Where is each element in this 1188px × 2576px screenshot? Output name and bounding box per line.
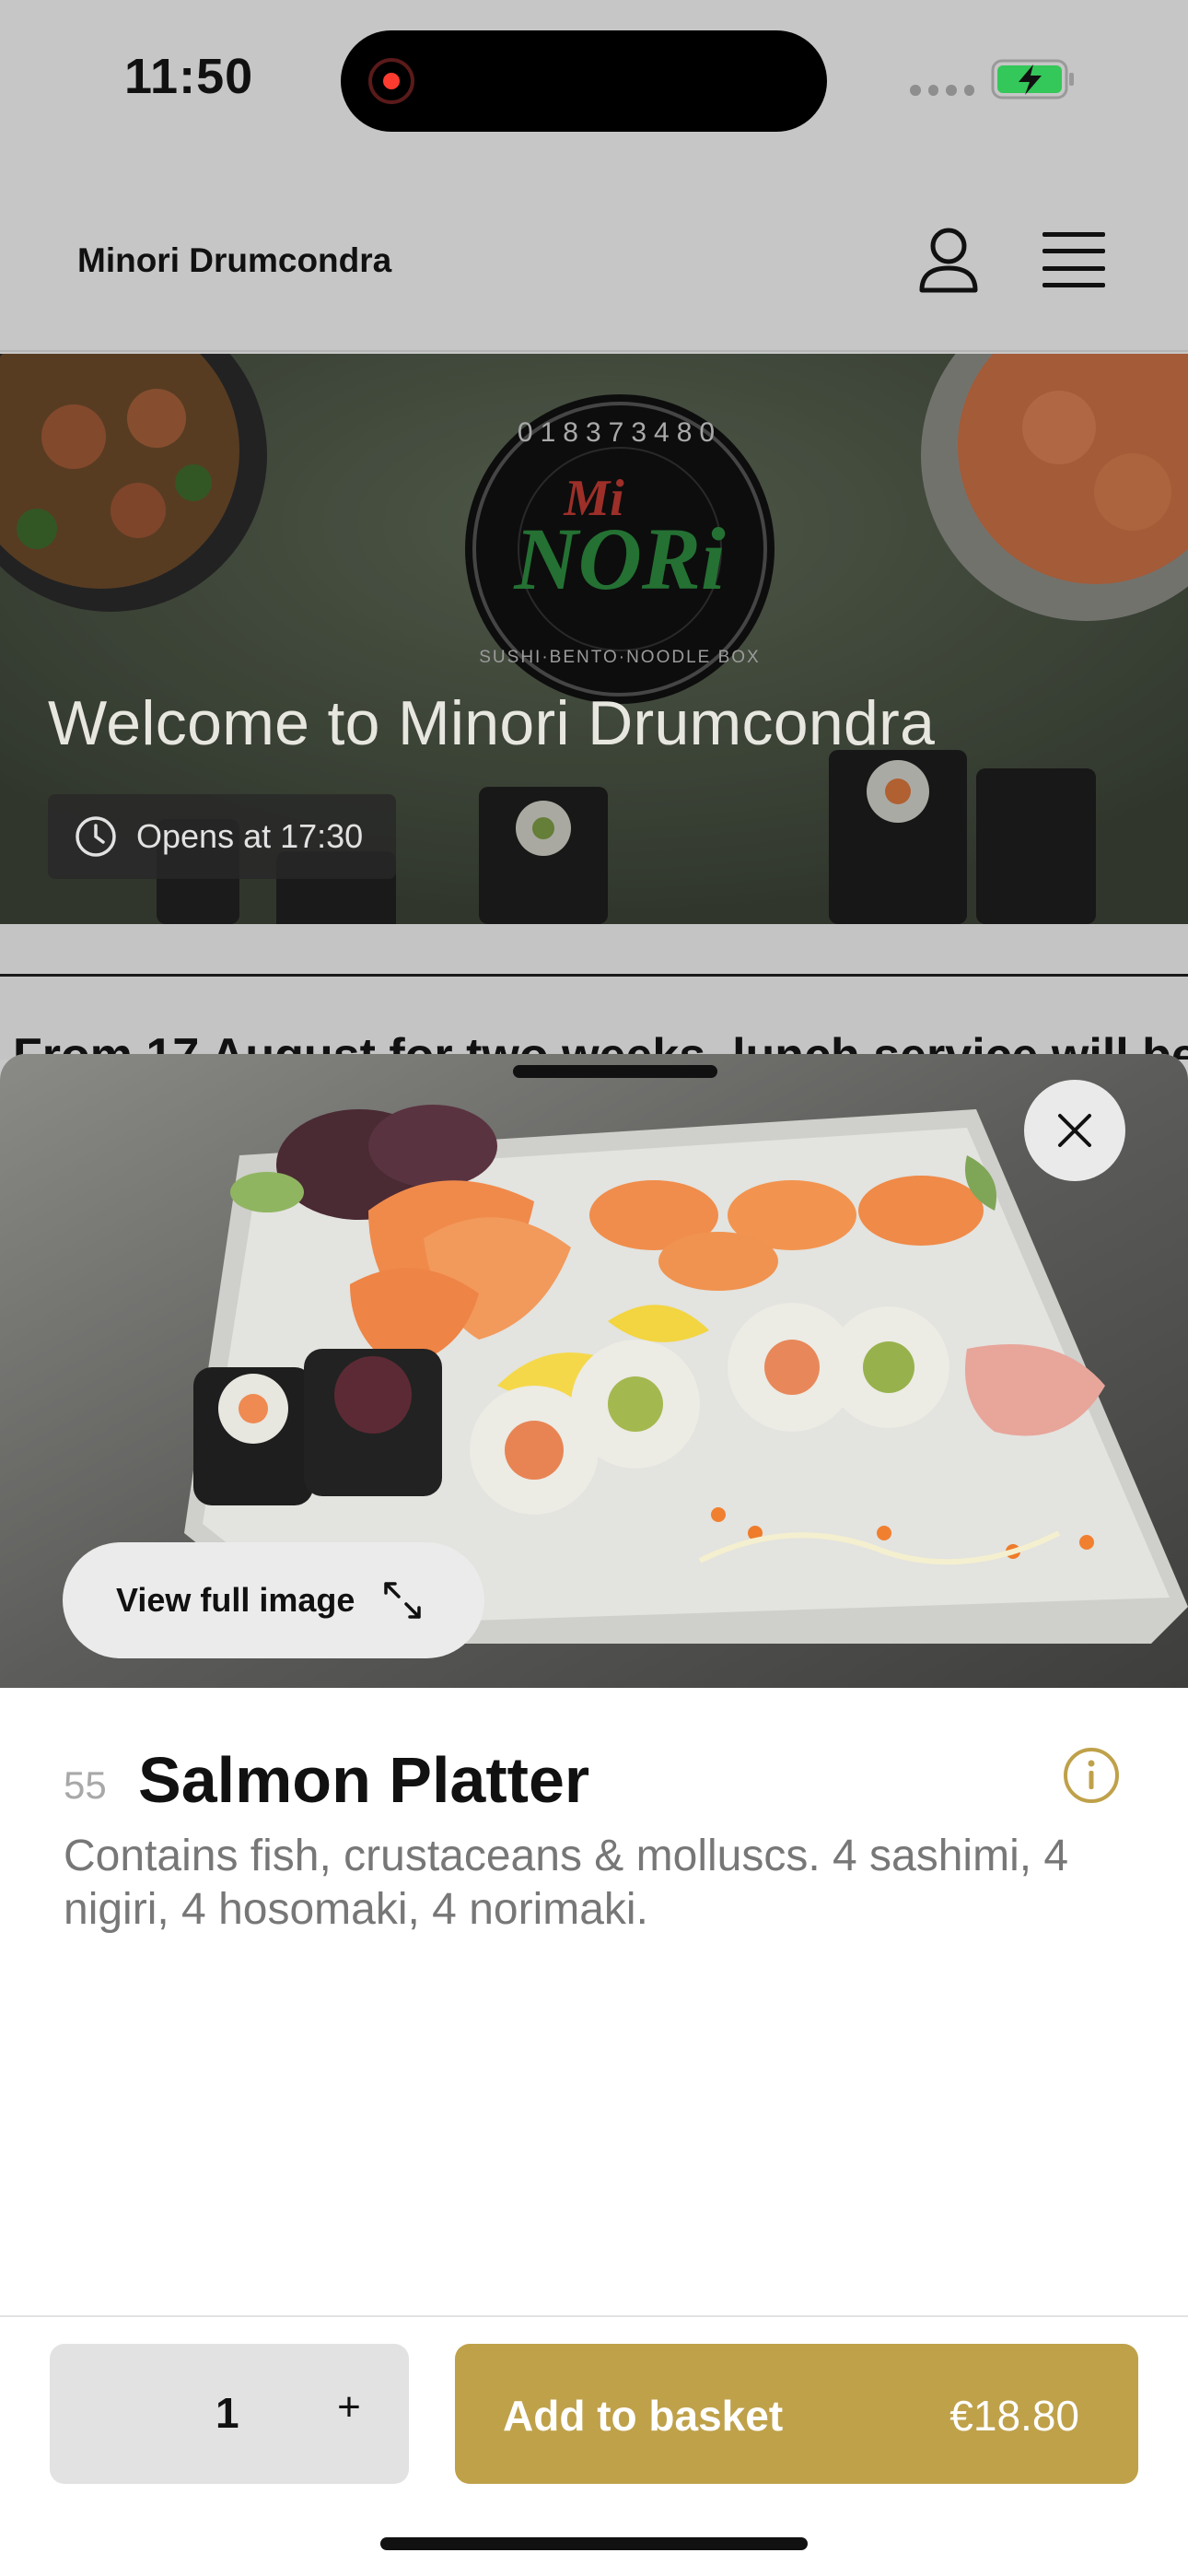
account-icon[interactable] [916, 226, 981, 295]
item-price: €18.80 [949, 2392, 1079, 2440]
status-time: 11:50 [124, 49, 254, 104]
info-icon[interactable] [1063, 1747, 1120, 1804]
add-to-basket-label: Add to basket [503, 2392, 784, 2440]
clock-icon [76, 816, 116, 857]
increase-quantity-button[interactable]: + [326, 2384, 372, 2440]
notice-banner: From 17 August for two weeks, lunch serv… [0, 977, 1188, 1060]
quantity-value[interactable]: 1 [215, 2388, 239, 2438]
record-icon [368, 58, 414, 104]
signal-icon [910, 85, 974, 98]
close-button[interactable] [1024, 1080, 1125, 1181]
nav-header: Minori Drumcondra [0, 166, 1188, 352]
view-full-image-label: View full image [116, 1581, 355, 1619]
hero-title: Welcome to Minori Drumcondra [48, 688, 936, 758]
view-full-image-button[interactable]: View full image [63, 1542, 484, 1658]
opening-hours-text: Opens at 17:30 [136, 817, 364, 855]
battery-icon [991, 59, 1074, 100]
product-sheet: View full image 55 Salmon Platter Contai… [0, 1054, 1188, 2576]
close-icon [1058, 1114, 1091, 1147]
expand-icon [384, 1582, 422, 1619]
hero-banner: 018373480 Mi NORi SUSHI·BENTO·NOODLE BOX… [0, 354, 1188, 924]
opening-hours-badge: Opens at 17:30 [48, 794, 396, 879]
status-bar: 11:50 [0, 0, 1188, 166]
quantity-stepper: 1 + [50, 2344, 409, 2484]
restaurant-name[interactable]: Minori Drumcondra [77, 241, 391, 280]
item-number: 55 [64, 1763, 107, 1807]
home-indicator [380, 2537, 808, 2550]
add-to-basket-button[interactable]: Add to basket €18.80 [455, 2344, 1138, 2484]
dynamic-island [341, 30, 827, 132]
footer-divider [0, 2315, 1188, 2317]
sheet-grabber[interactable] [513, 1065, 717, 1078]
item-name: Salmon Platter [138, 1744, 590, 1816]
section-gap [0, 924, 1188, 976]
item-description: Contains fish, crustaceans & molluscs. 4… [64, 1832, 1069, 1934]
menu-icon[interactable] [1042, 232, 1105, 287]
